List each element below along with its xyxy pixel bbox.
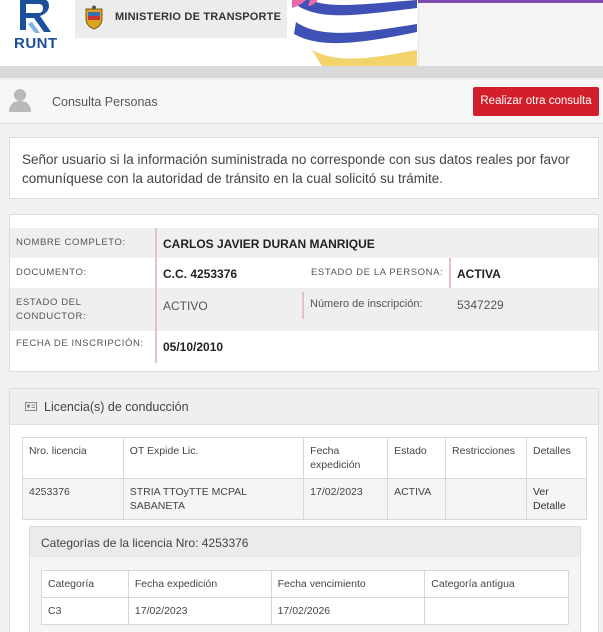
query-toolbar: Consulta Personas Realizar otra consulta [0,80,603,124]
license-issue-date-cell: 17/02/2023 [303,478,389,520]
column-header: Restricciones [445,437,527,479]
info-notice: Señor usuario si la información suminist… [9,137,599,199]
categories-box: Categorías de la licencia Nro: 4253376 C… [29,526,581,632]
divider [449,258,451,288]
registration-date-row: FECHA DE INSCRIPCIÓN: 05/10/2010 [10,331,598,363]
full-name-row: NOMBRE COMPLETO: CARLOS JAVIER DURAN MAN… [10,228,598,258]
column-header: Categoría [41,570,129,598]
registration-number-label: Número de inscripción: [310,298,423,310]
divider [302,292,304,319]
licenses-panel-title: Licencia(s) de conducción [44,400,189,414]
coat-of-arms-icon [85,5,103,30]
licenses-panel-header[interactable]: Licencia(s) de conducción [10,389,598,425]
registration-date-value: 05/10/2010 [163,340,224,354]
column-header: Detalles [526,437,587,479]
column-header: Nro. licencia [22,437,124,479]
category-cell: C3 [41,597,129,625]
registration-date-label: FECHA DE INSCRIPCIÓN: [16,338,144,349]
license-issuer-cell: STRIA TTOyTTE MCPAL SABANETA [122,478,305,520]
registration-number-value: 5347229 [457,298,504,312]
ministry-name: MINISTERIO DE TRANSPORTE [115,11,282,23]
page-title: Consulta Personas [52,95,158,109]
driver-status-row: ESTADO DEL CONDUCTOR: ACTIVO Número de i… [10,288,598,331]
user-icon [9,89,31,112]
table-header-row: Nro. licencia OT Expide Lic. Fecha exped… [22,437,587,479]
license-restrictions-cell [445,478,527,520]
view-detail-link[interactable]: Ver Detalle [526,478,587,520]
column-header: Estado [387,437,447,479]
header-bottom-band [0,66,603,78]
runt-logo[interactable]: RUNT [12,0,62,54]
document-row: DOCUMENTO: C.C. 4253376 ESTADO DE LA PER… [10,258,598,288]
divider [155,288,157,331]
document-value: C.C. 4253376 [163,267,238,281]
document-label: DOCUMENTO: [16,267,87,278]
divider [155,331,157,363]
person-info-card: NOMBRE COMPLETO: CARLOS JAVIER DURAN MAN… [9,214,599,372]
driver-status-value: ACTIVO [163,299,208,313]
id-card-icon [25,402,37,411]
person-status-value: ACTIVA [457,267,501,281]
column-header: OT Expide Lic. [122,437,305,479]
column-header: Fecha expedición [127,570,272,598]
license-status-cell: ACTIVA [387,478,447,520]
categories-header: Categorías de la licencia Nro: 4253376 [30,527,580,557]
full-name-label: NOMBRE COMPLETO: [16,237,126,248]
full-name-value: CARLOS JAVIER DURAN MANRIQUE [163,237,375,251]
column-header: Fecha vencimiento [270,570,426,598]
header-accent-line [418,0,603,3]
divider [155,258,157,288]
person-status-label: ESTADO DE LA PERSONA: [311,267,444,278]
column-header: Categoría antigua [424,570,569,598]
licenses-panel: Licencia(s) de conducción Nro. licencia … [9,388,599,632]
categories-table: Categoría Fecha expedición Fecha vencimi… [41,570,569,625]
category-old-cell [424,597,569,625]
categories-title: Categorías de la licencia Nro: 4253376 [41,536,249,550]
table-header-row: Categoría Fecha expedición Fecha vencimi… [41,570,569,598]
category-issue-date-cell: 17/02/2023 [127,597,272,625]
header-right-area [418,0,603,66]
licenses-table: Nro. licencia OT Expide Lic. Fecha exped… [22,437,587,520]
decorative-banner-art [292,0,417,66]
column-header: Fecha expedición [303,437,389,479]
table-row: C3 17/02/2023 17/02/2026 [41,597,569,625]
table-row: 4253376 STRIA TTOyTTE MCPAL SABANETA 17/… [22,478,587,520]
site-header: RUNT MINISTERIO DE TRANSPORTE [0,0,603,78]
runt-logo-text: RUNT [14,35,58,52]
runt-logo-icon [20,0,51,33]
license-number-cell: 4253376 [22,478,124,520]
ministry-banner: MINISTERIO DE TRANSPORTE [75,0,287,38]
driver-status-label: ESTADO DEL CONDUCTOR: [16,297,87,322]
category-expiry-date-cell: 17/02/2026 [270,597,426,625]
new-query-button[interactable]: Realizar otra consulta [473,87,599,116]
divider [155,228,157,258]
